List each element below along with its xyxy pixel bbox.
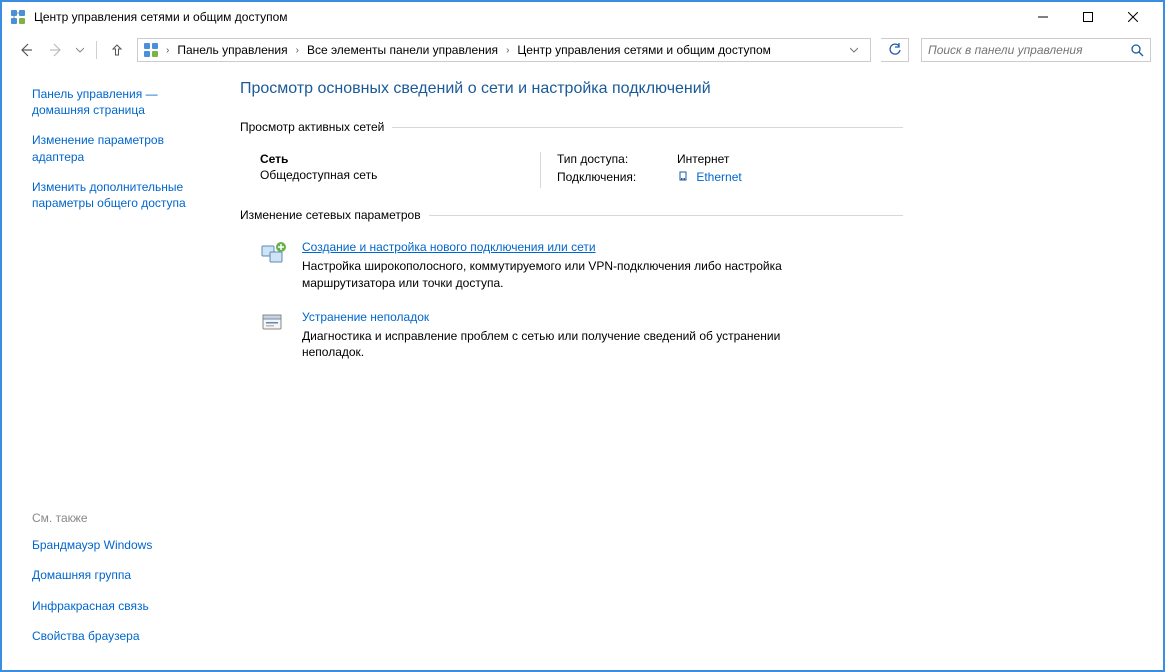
breadcrumb-all-items[interactable]: Все элементы панели управления [303,41,502,59]
recent-dropdown-icon[interactable] [74,46,86,54]
sidebar-link-sharing-settings[interactable]: Изменить дополнительные параметры общего… [32,179,200,211]
sidebar: Панель управления — домашняя страница Из… [2,68,212,670]
section-active-networks: Просмотр активных сетей [240,120,1123,134]
task-new-connection-link[interactable]: Создание и настройка нового подключения … [302,240,842,254]
titlebar: Центр управления сетями и общим доступом [2,2,1163,32]
chevron-right-icon[interactable]: › [164,45,171,56]
access-type-label: Тип доступа: [557,152,677,166]
troubleshoot-icon [260,310,288,338]
section-change-settings: Изменение сетевых параметров [240,208,1123,222]
content-area: Просмотр основных сведений о сети и наст… [212,68,1163,670]
task-troubleshoot-link[interactable]: Устранение неполадок [302,310,842,324]
task-troubleshoot-desc: Диагностика и исправление проблем с сеть… [302,328,842,362]
maximize-button[interactable] [1065,3,1110,31]
up-button[interactable] [107,40,127,60]
window-title: Центр управления сетями и общим доступом [34,10,1020,24]
connections-label: Подключения: [557,170,677,184]
see-also-firewall[interactable]: Брандмауэр Windows [32,537,200,553]
see-also-browser-properties[interactable]: Свойства браузера [32,628,200,644]
task-new-connection-desc: Настройка широкополосного, коммутируемог… [302,258,842,292]
page-heading: Просмотр основных сведений о сети и наст… [240,80,1123,98]
chevron-right-icon[interactable]: › [294,45,301,56]
breadcrumb-control-panel[interactable]: Панель управления [173,41,291,59]
nav-separator [96,41,97,59]
forward-button[interactable] [44,38,68,62]
new-connection-icon [260,240,288,268]
connection-ethernet-link[interactable]: Ethernet [696,170,741,184]
chevron-right-icon[interactable]: › [504,45,511,56]
sidebar-link-home[interactable]: Панель управления — домашняя страница [32,86,200,118]
app-icon [10,9,26,25]
network-name: Сеть [260,152,540,166]
ethernet-icon [677,171,689,183]
sidebar-link-adapter-settings[interactable]: Изменение параметров адаптера [32,132,200,164]
see-also-infrared[interactable]: Инфракрасная связь [32,598,200,614]
address-bar[interactable]: › Панель управления › Все элементы панел… [137,38,871,62]
close-button[interactable] [1110,3,1155,31]
search-box[interactable] [921,38,1151,62]
search-input[interactable] [928,43,1131,57]
network-type: Общедоступная сеть [260,168,540,182]
back-button[interactable] [14,38,38,62]
address-dropdown-icon[interactable] [850,46,868,54]
see-also-homegroup[interactable]: Домашняя группа [32,567,200,583]
navbar: › Панель управления › Все элементы панел… [2,32,1163,68]
see-also-header: См. также [32,511,200,525]
search-icon[interactable] [1131,44,1144,57]
minimize-button[interactable] [1020,3,1065,31]
breadcrumb-network-center[interactable]: Центр управления сетями и общим доступом [513,41,775,59]
refresh-button[interactable] [881,38,909,62]
address-icon [142,41,160,59]
access-type-value: Интернет [677,152,729,166]
